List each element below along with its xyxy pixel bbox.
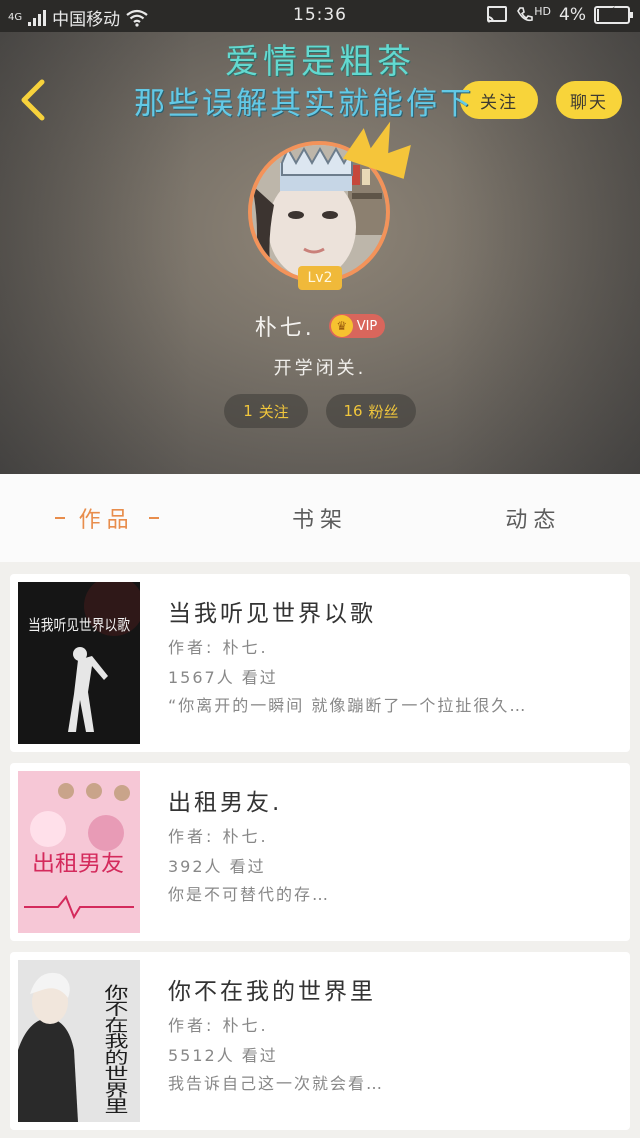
overlay-caption-line1: 爱情是粗茶: [225, 42, 415, 82]
book-cover: 出租男友: [18, 771, 140, 933]
book-author: 作者: 朴七.: [168, 638, 269, 657]
book-card[interactable]: 出租男友 出租男友. 作者: 朴七. 392人 看过 你是不可替代的存…: [10, 763, 630, 941]
battery-level: [597, 9, 599, 21]
chevron-left-icon: [21, 79, 45, 121]
tab-indicator-left: [54, 517, 65, 519]
crown-icon: [342, 121, 411, 179]
book-title: 你不在我的世界里: [168, 979, 376, 1005]
crown-small-icon: ♛: [330, 315, 353, 337]
tab-activity[interactable]: 动态: [427, 474, 640, 562]
works-list: 当我听见世界以歌 当我听见世界以歌 作者: 朴七. 1567人 看过 “你离开的…: [10, 574, 630, 1138]
book-author: 作者: 朴七.: [168, 827, 269, 846]
book-cover-title: 出租男友: [32, 852, 124, 877]
hd-call-icon: HD: [516, 4, 552, 24]
username: 朴七.: [254, 316, 315, 341]
fans-count-button[interactable]: 16 粉丝: [326, 394, 416, 428]
following-count: 1: [243, 402, 253, 420]
level-badge: Lv2: [298, 266, 342, 290]
book-view-count: 5512人 看过: [168, 1046, 278, 1065]
tab-activity-label: 动态: [505, 508, 562, 533]
book-excerpt: 我告诉自己这一次就会看…: [168, 1074, 385, 1093]
username-row: 朴七. ♛ VIP: [0, 310, 640, 342]
following-label: 关注: [258, 402, 289, 421]
book-author: 作者: 朴七.: [168, 1016, 269, 1035]
book-cover-title: 当我听见世界以歌: [28, 616, 130, 634]
book-cover: 当我听见世界以歌: [18, 582, 140, 744]
book-cover: 你不在我的世界里: [18, 960, 140, 1122]
book-card[interactable]: 当我听见世界以歌 当我听见世界以歌 作者: 朴七. 1567人 看过 “你离开的…: [10, 574, 630, 752]
hd-label: HD: [534, 4, 552, 18]
book-view-count: 392人 看过: [168, 857, 266, 876]
following-count-button[interactable]: 1 关注: [224, 394, 308, 428]
book-cover-title: 你不在我的世界里: [100, 984, 128, 1114]
tab-works[interactable]: 作品: [0, 474, 213, 562]
battery-percent: 4%: [559, 5, 586, 25]
battery-icon: ⚡: [594, 5, 633, 24]
book-excerpt: 你是不可替代的存…: [168, 885, 331, 904]
back-button[interactable]: [16, 78, 52, 122]
tab-works-label: 作品: [78, 508, 135, 533]
tab-bookshelf[interactable]: 书架: [213, 474, 426, 562]
book-view-count: 1567人 看过: [168, 668, 278, 687]
overlay-caption-line2: 那些误解其实就能停下: [134, 86, 474, 122]
fans-count: 16: [343, 402, 363, 420]
fans-label: 粉丝: [368, 402, 399, 421]
book-card[interactable]: 你不在我的世界里 你不在我的世界里 作者: 朴七. 5512人 看过 我告诉自己…: [10, 952, 630, 1130]
tab-indicator-right: [148, 517, 159, 519]
profile-header: 爱情是粗茶 关注 聊天 那些误解其实就能停下 Lv2 朴七. ♛ VIP 开学闭…: [0, 32, 640, 474]
vip-badge[interactable]: ♛ VIP: [328, 314, 386, 338]
tab-bookshelf-label: 书架: [291, 508, 348, 533]
profile-tabs: 作品 书架 动态: [0, 474, 640, 562]
cast-icon: [487, 6, 508, 23]
vip-label: VIP: [356, 318, 378, 334]
book-excerpt: “你离开的一瞬间 就像蹦断了一个拉扯很久…: [168, 696, 528, 715]
book-title: 出租男友.: [168, 790, 283, 816]
user-bio: 开学闭关.: [273, 358, 367, 379]
book-title: 当我听见世界以歌: [168, 601, 376, 627]
chat-button[interactable]: 聊天: [556, 81, 622, 119]
status-bar: 4G 中国移动 15:36 HD 4% ⚡: [0, 0, 640, 32]
